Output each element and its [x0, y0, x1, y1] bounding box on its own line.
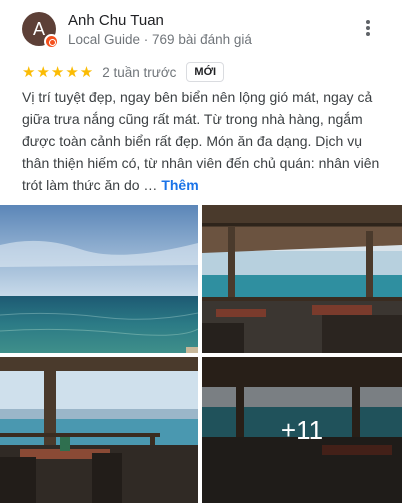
author-meta[interactable]: Local Guide · 769 bài đánh giá: [68, 32, 252, 47]
review-text: Vị trí tuyệt đẹp, ngay bên biển nên lộng…: [22, 86, 390, 196]
local-guide-badge-icon: [44, 34, 59, 49]
author-name[interactable]: Anh Chu Tuan: [68, 12, 164, 29]
review-body: Vị trí tuyệt đẹp, ngay bên biển nên lộng…: [22, 89, 380, 193]
avatar-initial: A: [32, 19, 45, 39]
avatar[interactable]: A: [22, 12, 59, 49]
photo-grid: +11: [0, 205, 402, 503]
more-vert-icon[interactable]: [358, 18, 378, 42]
restaurant-photo-image: [202, 205, 402, 353]
new-badge: MỚI: [186, 62, 225, 82]
sea-photo-image: [0, 205, 198, 353]
review-photo[interactable]: [0, 205, 198, 353]
more-photos-count: +11: [202, 357, 402, 503]
star-rating: ★★★★★: [22, 63, 95, 81]
more-photos-tile[interactable]: +11: [202, 357, 402, 503]
seaside-table-photo-image: [0, 357, 198, 503]
more-link[interactable]: Thêm: [161, 177, 198, 193]
review-photo[interactable]: [202, 205, 402, 353]
review-time: 2 tuần trước: [102, 64, 177, 80]
rating-row: ★★★★★ 2 tuần trước MỚI: [22, 61, 225, 83]
review-photo[interactable]: [0, 357, 198, 503]
review-header: A Anh Chu Tuan Local Guide · 769 bài đán…: [0, 0, 402, 60]
